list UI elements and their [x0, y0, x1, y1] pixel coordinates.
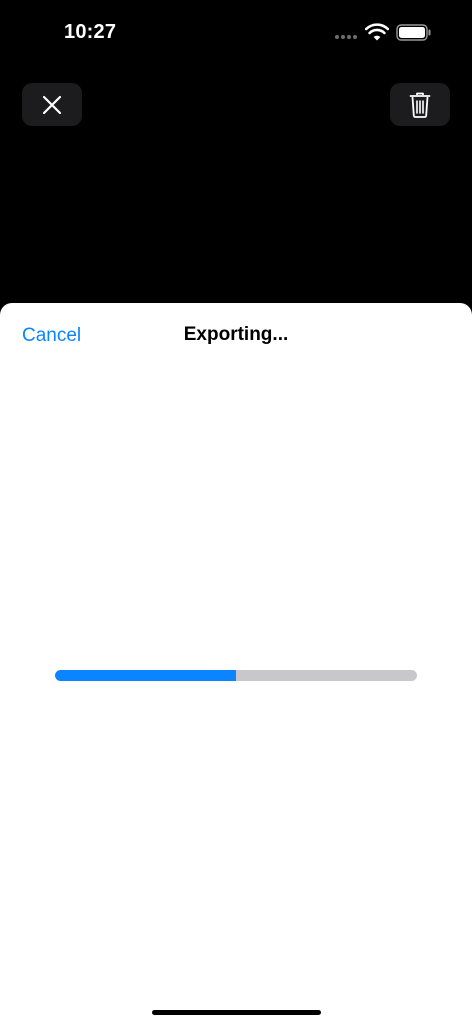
- export-sheet: Exporting... Cancel: [0, 303, 472, 1024]
- signal-dots-icon: [335, 35, 357, 39]
- delete-button[interactable]: [390, 83, 450, 126]
- home-indicator[interactable]: [152, 1010, 321, 1015]
- export-progress-bar: [55, 670, 417, 681]
- wifi-icon: [365, 23, 389, 41]
- close-icon: [42, 95, 62, 114]
- status-bar: 10:27: [0, 0, 472, 64]
- export-progress-fill: [55, 670, 236, 681]
- trash-icon: [409, 92, 431, 118]
- battery-icon: [396, 24, 431, 41]
- status-time: 10:27: [64, 21, 117, 43]
- cancel-button[interactable]: Cancel: [22, 325, 81, 347]
- close-button[interactable]: [22, 83, 82, 126]
